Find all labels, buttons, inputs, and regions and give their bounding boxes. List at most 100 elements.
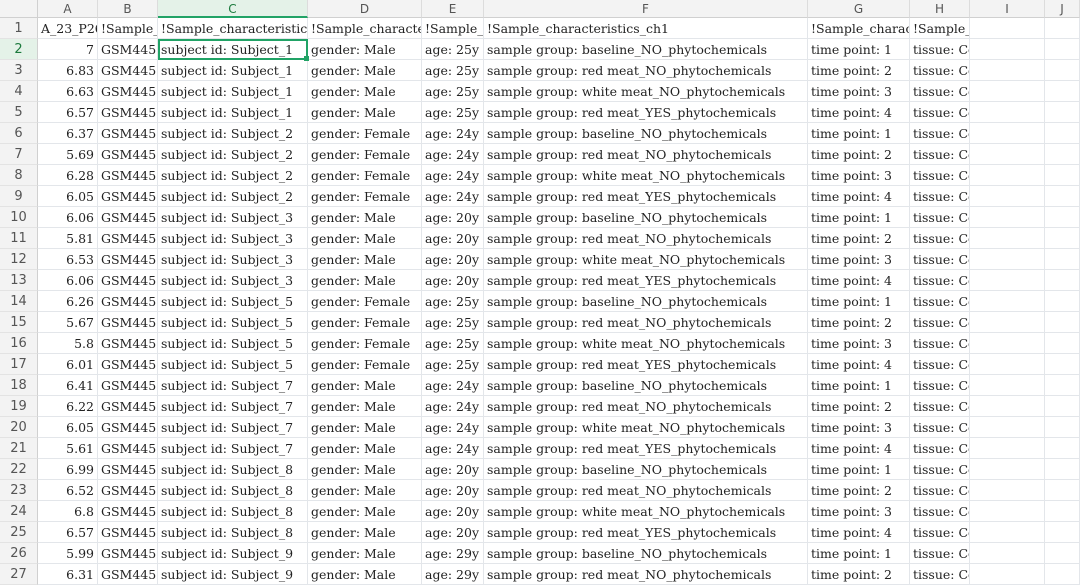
- cell[interactable]: tissue: Colonic tissue: [910, 123, 970, 144]
- cell[interactable]: !Sample_characteristics_ch1: [484, 18, 808, 39]
- cell[interactable]: time point: 3: [808, 501, 910, 522]
- row-header[interactable]: 13: [0, 270, 38, 291]
- cell[interactable]: !Sample_characteristics_ch1: [910, 18, 970, 39]
- cell[interactable]: gender: Female: [308, 291, 422, 312]
- cell[interactable]: gender: Female: [308, 123, 422, 144]
- cell[interactable]: subject id: Subject_2: [158, 123, 308, 144]
- cell[interactable]: age: 20y: [422, 459, 484, 480]
- cell[interactable]: [1045, 60, 1080, 81]
- spreadsheet-grid[interactable]: ABCDEFGHIJ1A_23_P26!Sample_g!Sample_char…: [0, 0, 1080, 586]
- cell[interactable]: time point: 3: [808, 417, 910, 438]
- row-header[interactable]: 25: [0, 522, 38, 543]
- cell[interactable]: [1045, 102, 1080, 123]
- cell[interactable]: gender: Male: [308, 270, 422, 291]
- cell[interactable]: [970, 564, 1045, 585]
- cell[interactable]: gender: Male: [308, 39, 422, 60]
- cell[interactable]: [970, 39, 1045, 60]
- cell[interactable]: 6.05: [38, 186, 98, 207]
- cell[interactable]: GSM4451: [98, 564, 158, 585]
- cell[interactable]: [970, 480, 1045, 501]
- cell[interactable]: tissue: Colonic tissue: [910, 102, 970, 123]
- cell[interactable]: sample group: red meat_NO_phytochemicals: [484, 564, 808, 585]
- cell[interactable]: sample group: baseline_NO_phytochemicals: [484, 123, 808, 144]
- cell[interactable]: 5.69: [38, 144, 98, 165]
- cell[interactable]: GSM4451: [98, 480, 158, 501]
- cell[interactable]: age: 25y: [422, 60, 484, 81]
- cell[interactable]: gender: Female: [308, 186, 422, 207]
- cell[interactable]: subject id: Subject_5: [158, 333, 308, 354]
- cell[interactable]: age: 24y: [422, 396, 484, 417]
- cell[interactable]: sample group: white meat_NO_phytochemica…: [484, 165, 808, 186]
- cell[interactable]: sample group: baseline_NO_phytochemicals: [484, 207, 808, 228]
- row-header[interactable]: 10: [0, 207, 38, 228]
- row-header[interactable]: 11: [0, 228, 38, 249]
- cell[interactable]: GSM4451: [98, 375, 158, 396]
- cell[interactable]: subject id: Subject_2: [158, 144, 308, 165]
- cell[interactable]: subject id: Subject_3: [158, 249, 308, 270]
- cell[interactable]: !Sample_c: [422, 18, 484, 39]
- cell[interactable]: GSM4451: [98, 291, 158, 312]
- cell[interactable]: age: 20y: [422, 270, 484, 291]
- cell[interactable]: tissue: Colonic tissue: [910, 249, 970, 270]
- cell[interactable]: 6.83: [38, 60, 98, 81]
- cell[interactable]: GSM4451: [98, 228, 158, 249]
- cell[interactable]: [1045, 249, 1080, 270]
- cell[interactable]: gender: Male: [308, 81, 422, 102]
- cell[interactable]: time point: 1: [808, 39, 910, 60]
- cell[interactable]: subject id: Subject_7: [158, 438, 308, 459]
- cell[interactable]: subject id: Subject_5: [158, 312, 308, 333]
- row-header[interactable]: 6: [0, 123, 38, 144]
- cell[interactable]: gender: Male: [308, 564, 422, 585]
- cell[interactable]: age: 25y: [422, 333, 484, 354]
- cell[interactable]: gender: Female: [308, 354, 422, 375]
- cell[interactable]: gender: Male: [308, 543, 422, 564]
- cell[interactable]: tissue: Colonic tissue: [910, 522, 970, 543]
- row-header[interactable]: 9: [0, 186, 38, 207]
- cell[interactable]: 5.81: [38, 228, 98, 249]
- cell[interactable]: gender: Female: [308, 144, 422, 165]
- cell[interactable]: age: 24y: [422, 165, 484, 186]
- row-header[interactable]: 18: [0, 375, 38, 396]
- cell[interactable]: GSM4451: [98, 501, 158, 522]
- cell[interactable]: [1045, 186, 1080, 207]
- cell[interactable]: time point: 3: [808, 333, 910, 354]
- cell[interactable]: 6.37: [38, 123, 98, 144]
- cell[interactable]: tissue: Colonic tissue: [910, 543, 970, 564]
- cell[interactable]: subject id: Subject_8: [158, 501, 308, 522]
- cell[interactable]: sample group: baseline_NO_phytochemicals: [484, 375, 808, 396]
- cell[interactable]: GSM4451: [98, 333, 158, 354]
- cell[interactable]: [970, 102, 1045, 123]
- cell[interactable]: time point: 1: [808, 291, 910, 312]
- column-header-i[interactable]: I: [970, 0, 1045, 18]
- cell[interactable]: 6.31: [38, 564, 98, 585]
- cell[interactable]: tissue: Colonic tissue: [910, 459, 970, 480]
- cell[interactable]: GSM4451: [98, 543, 158, 564]
- cell[interactable]: gender: Male: [308, 417, 422, 438]
- cell[interactable]: time point: 1: [808, 123, 910, 144]
- column-header-d[interactable]: D: [308, 0, 422, 18]
- cell[interactable]: time point: 1: [808, 207, 910, 228]
- cell[interactable]: 7: [38, 39, 98, 60]
- cell[interactable]: gender: Male: [308, 60, 422, 81]
- cell[interactable]: gender: Male: [308, 396, 422, 417]
- cell[interactable]: age: 25y: [422, 312, 484, 333]
- cell[interactable]: time point: 2: [808, 396, 910, 417]
- cell[interactable]: [1045, 396, 1080, 417]
- cell[interactable]: sample group: white meat_NO_phytochemica…: [484, 417, 808, 438]
- row-header[interactable]: 7: [0, 144, 38, 165]
- cell[interactable]: [970, 270, 1045, 291]
- cell[interactable]: 6.22: [38, 396, 98, 417]
- cell[interactable]: tissue: Colonic tissue: [910, 165, 970, 186]
- column-header-f[interactable]: F: [484, 0, 808, 18]
- row-header[interactable]: 14: [0, 291, 38, 312]
- cell[interactable]: tissue: Colonic tissue: [910, 396, 970, 417]
- cell[interactable]: tissue: Colonic tissue: [910, 60, 970, 81]
- row-header[interactable]: 5: [0, 102, 38, 123]
- cell[interactable]: !Sample_characteristics_: [158, 18, 308, 39]
- cell[interactable]: A_23_P26: [38, 18, 98, 39]
- cell[interactable]: time point: 3: [808, 81, 910, 102]
- cell[interactable]: subject id: Subject_7: [158, 396, 308, 417]
- cell[interactable]: 5.61: [38, 438, 98, 459]
- cell[interactable]: age: 24y: [422, 144, 484, 165]
- cell[interactable]: [1045, 312, 1080, 333]
